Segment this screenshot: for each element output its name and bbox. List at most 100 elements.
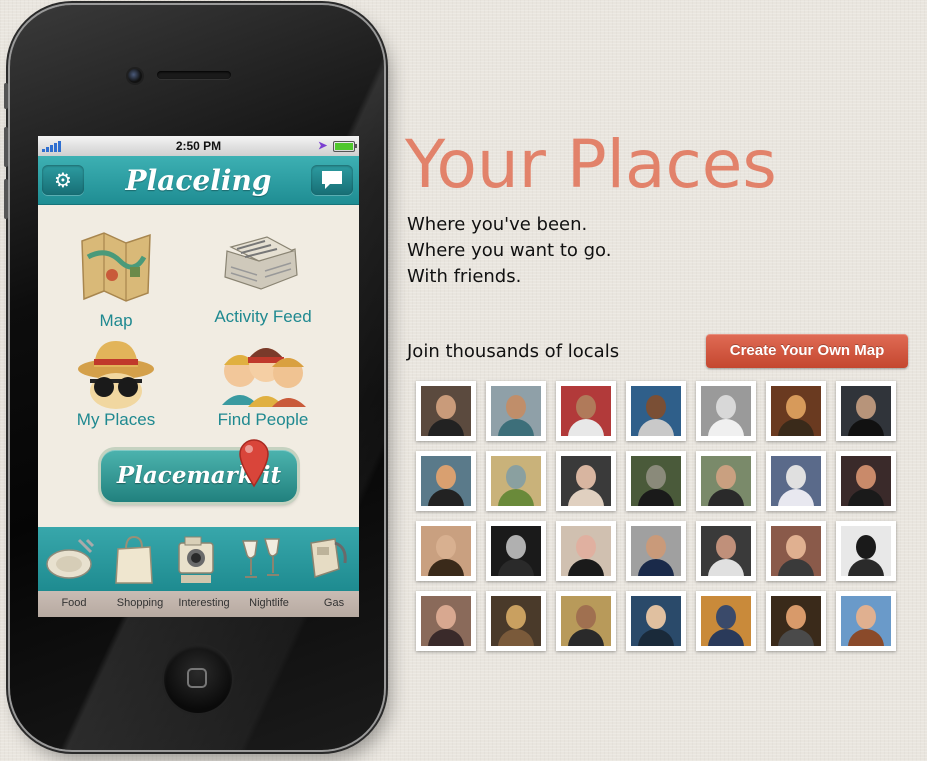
tile-label-my-places: My Places xyxy=(76,410,156,429)
category-label-shopping: Shopping xyxy=(116,597,164,609)
avatar-face xyxy=(576,395,596,419)
plate-cutlery-icon xyxy=(46,538,95,579)
create-your-own-map-button[interactable]: Create Your Own Map xyxy=(706,334,908,368)
avatar-face xyxy=(716,395,736,419)
mute-switch xyxy=(4,83,8,109)
camera-icon xyxy=(178,536,214,583)
avatar-photo xyxy=(421,596,471,646)
user-avatar[interactable] xyxy=(486,521,546,581)
avatar-face xyxy=(436,465,456,489)
people-group-icon xyxy=(222,348,306,407)
avatar-body xyxy=(778,559,814,576)
user-avatar[interactable] xyxy=(556,521,616,581)
user-avatar[interactable] xyxy=(766,521,826,581)
tile-label-map: Map xyxy=(99,311,133,330)
user-avatar[interactable] xyxy=(486,591,546,651)
join-text: Join thousands of locals xyxy=(407,341,620,362)
category-label-food: Food xyxy=(61,597,87,609)
avatar-photo xyxy=(631,386,681,436)
home-button[interactable] xyxy=(164,645,232,713)
avatar-face xyxy=(576,605,596,629)
user-avatar[interactable] xyxy=(626,451,686,511)
hero-title: Your Places xyxy=(405,126,777,203)
tagline-line-1: Where you've been. xyxy=(407,214,588,235)
user-avatar[interactable] xyxy=(696,521,756,581)
avatar-photo xyxy=(701,526,751,576)
avatar-face xyxy=(506,395,526,419)
category-label-nightlife: Nightlife xyxy=(249,597,289,609)
activity-feed-tile[interactable]: Activity Feed xyxy=(188,227,338,337)
user-avatar[interactable] xyxy=(486,381,546,441)
user-avatar[interactable] xyxy=(416,451,476,511)
avatar-photo xyxy=(631,456,681,506)
avatar-body xyxy=(568,559,604,576)
avatar-photo xyxy=(841,596,891,646)
avatar-photo xyxy=(771,456,821,506)
user-avatar[interactable] xyxy=(626,381,686,441)
avatar-photo xyxy=(631,526,681,576)
avatar-face xyxy=(506,465,526,489)
user-avatar[interactable] xyxy=(416,591,476,651)
user-avatar[interactable] xyxy=(696,451,756,511)
home-square-icon xyxy=(187,668,207,688)
user-avatar[interactable] xyxy=(416,381,476,441)
gas-pump-icon xyxy=(310,538,347,579)
avatar-photo xyxy=(701,596,751,646)
avatar-body xyxy=(428,629,464,646)
tagline-line-2: Where you want to go. xyxy=(407,240,612,261)
user-avatar[interactable] xyxy=(836,381,896,441)
avatar-photo xyxy=(561,386,611,436)
tile-label-activity-feed: Activity Feed xyxy=(214,307,312,326)
avatar-photo xyxy=(701,456,751,506)
user-avatar[interactable] xyxy=(556,381,616,441)
newspaper-icon xyxy=(224,236,298,290)
messages-button[interactable] xyxy=(311,165,353,195)
avatar-body xyxy=(498,559,534,576)
user-avatar[interactable] xyxy=(556,591,616,651)
user-avatar[interactable] xyxy=(626,521,686,581)
avatar-face xyxy=(646,535,666,559)
avatar-body xyxy=(778,489,814,506)
home-grid: Map Activity Feed My Places Find People … xyxy=(38,205,359,527)
user-avatar[interactable] xyxy=(626,591,686,651)
avatar-body xyxy=(708,559,744,576)
status-bar: 2:50 PM ➤ xyxy=(38,136,359,156)
user-avatar[interactable] xyxy=(486,451,546,511)
avatar-photo xyxy=(421,386,471,436)
user-avatar[interactable] xyxy=(836,521,896,581)
user-avatar-grid xyxy=(416,381,906,656)
avatar-face xyxy=(856,465,876,489)
user-avatar[interactable] xyxy=(836,451,896,511)
avatar-photo xyxy=(421,526,471,576)
avatar-body xyxy=(708,489,744,506)
user-avatar[interactable] xyxy=(766,591,826,651)
avatar-face xyxy=(716,535,736,559)
user-avatar[interactable] xyxy=(416,521,476,581)
my-places-tile[interactable]: My Places xyxy=(41,333,191,443)
avatar-face xyxy=(856,395,876,419)
iphone-device: 2:50 PM ➤ ⚙ Placeling Map Activity Feed … xyxy=(4,5,384,750)
user-avatar[interactable] xyxy=(556,451,616,511)
find-people-tile[interactable]: Find People xyxy=(188,333,338,443)
user-avatar[interactable] xyxy=(766,381,826,441)
avatar-body xyxy=(568,629,604,646)
user-avatar[interactable] xyxy=(696,591,756,651)
hat-sunglasses-icon xyxy=(78,341,154,409)
avatar-photo xyxy=(561,596,611,646)
map-tile[interactable]: Map xyxy=(41,227,191,337)
avatar-body xyxy=(428,559,464,576)
user-avatar[interactable] xyxy=(836,591,896,651)
avatar-face xyxy=(436,535,456,559)
user-avatar[interactable] xyxy=(766,451,826,511)
map-pin-icon xyxy=(239,439,269,488)
avatar-body xyxy=(498,489,534,506)
avatar-body xyxy=(708,419,744,436)
category-labels: Food Shopping Interesting Nightlife Gas xyxy=(38,591,359,617)
avatar-face xyxy=(786,535,806,559)
avatar-body xyxy=(638,489,674,506)
avatar-photo xyxy=(631,596,681,646)
user-avatar[interactable] xyxy=(696,381,756,441)
avatar-photo xyxy=(771,526,821,576)
location-arrow-icon: ➤ xyxy=(318,140,328,152)
placemark-it-button[interactable]: Placemark it xyxy=(101,439,297,502)
